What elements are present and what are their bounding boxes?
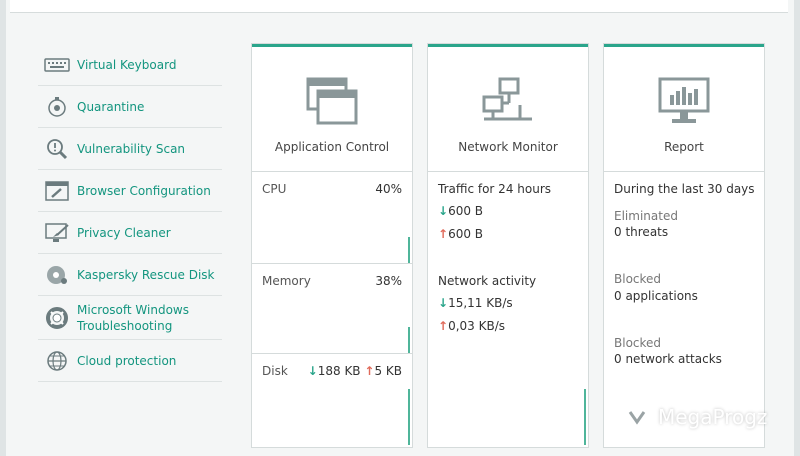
cpu-label: CPU [262, 182, 287, 196]
blocked-attacks-value: 0 network attacks [614, 352, 722, 366]
eliminated-value: 0 threats [614, 225, 669, 239]
network-monitor-card[interactable]: Network Monitor Traffic for 24 hours ↓60… [428, 44, 588, 447]
upload-arrow: ↑ [438, 227, 449, 241]
cpu-section: CPU 40% [252, 172, 412, 264]
main-window: Virtual Keyboard Quarantine Vulnerabilit… [0, 0, 800, 456]
keyboard-icon [44, 57, 70, 72]
report-period: During the last 30 days [614, 182, 755, 196]
card-header: Application Control [252, 47, 412, 172]
traffic-upload: ↑600 B [438, 227, 483, 241]
application-windows-icon [306, 77, 358, 125]
network-icon [482, 77, 532, 121]
disk-label: Disk [262, 364, 288, 378]
sidebar-item-privacy-cleaner[interactable]: Privacy Cleaner [38, 212, 222, 254]
upload-arrow: ↑ [364, 364, 375, 378]
activity-down-value: 15,11 KB/s [448, 296, 513, 310]
report-card[interactable]: Report During the last 30 days Eliminate… [604, 44, 764, 447]
activity-up-value: 0,03 KB/s [448, 319, 505, 333]
disk-values: ↓188 KB ↑5 KB [308, 364, 402, 378]
disk-write-value: 5 KB [374, 364, 402, 378]
memory-section: Memory 38% [252, 264, 412, 354]
upload-arrow: ↑ [438, 319, 449, 333]
memory-label: Memory [262, 274, 311, 288]
card-title: Report [664, 140, 704, 154]
sidebar-item-label: Browser Configuration [77, 183, 211, 198]
card-title: Network Monitor [458, 140, 558, 154]
sidebar-item-label: Privacy Cleaner [77, 225, 171, 240]
network-stats: Traffic for 24 hours ↓600 B ↑600 B Netwo… [428, 172, 588, 445]
disc-icon [47, 265, 67, 284]
card-header: Report [604, 47, 764, 172]
card-title: Application Control [274, 140, 390, 154]
activity-upload: ↑0,03 KB/s [438, 319, 505, 333]
browser-wrench-icon [45, 180, 69, 201]
watermark-logo-icon [623, 403, 651, 431]
window-left-edge [0, 0, 6, 456]
disk-section: Disk ↓188 KB ↑5 KB [252, 354, 412, 445]
sidebar-item-browser-configuration[interactable]: Browser Configuration [38, 170, 222, 212]
sidebar-item-quarantine[interactable]: Quarantine [38, 86, 222, 128]
top-strip [10, 0, 788, 13]
blocked-attacks-label: Blocked [614, 336, 662, 350]
cpu-graph [408, 237, 410, 263]
window-right-edge [794, 0, 800, 456]
traffic-label: Traffic for 24 hours [438, 182, 552, 196]
cpu-value: 40% [375, 182, 402, 196]
magnifier-icon [47, 138, 68, 159]
traffic-download: ↓600 B [438, 204, 483, 218]
sidebar-item-label: Microsoft Windows Troubleshooting [77, 302, 189, 333]
quarantine-icon [48, 96, 66, 117]
sidebar-item-label: Cloud protection [77, 353, 177, 368]
sidebar-item-rescue-disk[interactable]: Kaspersky Rescue Disk [38, 254, 222, 296]
disk-read-value: 188 KB [317, 364, 361, 378]
globe-icon [47, 350, 67, 371]
application-control-card[interactable]: Application Control CPU 40% Memory 38% D… [252, 44, 412, 447]
activity-download: ↓15,11 KB/s [438, 296, 513, 310]
sidebar-item-vulnerability-scan[interactable]: Vulnerability Scan [38, 128, 222, 170]
sidebar-item-label: Quarantine [77, 99, 145, 114]
network-graph [584, 389, 586, 445]
watermark-text: MegaProgz [658, 405, 768, 429]
eliminated-label: Eliminated [614, 209, 678, 223]
blocked-apps-label: Blocked [614, 272, 662, 286]
sidebar-item-cloud-protection[interactable]: Cloud protection [38, 340, 222, 382]
disk-graph [408, 389, 410, 445]
sidebar-item-windows-troubleshooting[interactable]: Microsoft Windows Troubleshooting [38, 296, 222, 340]
network-activity-label: Network activity [438, 274, 537, 288]
download-arrow: ↓ [307, 364, 318, 378]
sidebar-item-virtual-keyboard[interactable]: Virtual Keyboard [38, 44, 222, 86]
sidebar-item-label: Vulnerability Scan [77, 141, 186, 156]
lifebuoy-icon [46, 306, 68, 329]
download-arrow: ↓ [438, 204, 449, 218]
monitor-broom-icon [45, 222, 69, 242]
sidebar-item-label: Kaspersky Rescue Disk [77, 267, 215, 282]
blocked-apps-value: 0 applications [614, 289, 698, 303]
report-monitor-icon [658, 77, 710, 123]
traffic-down-value: 600 B [448, 204, 484, 218]
memory-graph [408, 327, 410, 353]
download-arrow: ↓ [438, 296, 449, 310]
memory-value: 38% [375, 274, 402, 288]
sidebar-item-label: Virtual Keyboard [77, 57, 177, 72]
watermark: MegaProgz [622, 402, 767, 432]
card-header: Network Monitor [428, 47, 588, 172]
traffic-up-value: 600 B [448, 227, 484, 241]
tools-sidebar: Virtual Keyboard Quarantine Vulnerabilit… [38, 44, 222, 382]
